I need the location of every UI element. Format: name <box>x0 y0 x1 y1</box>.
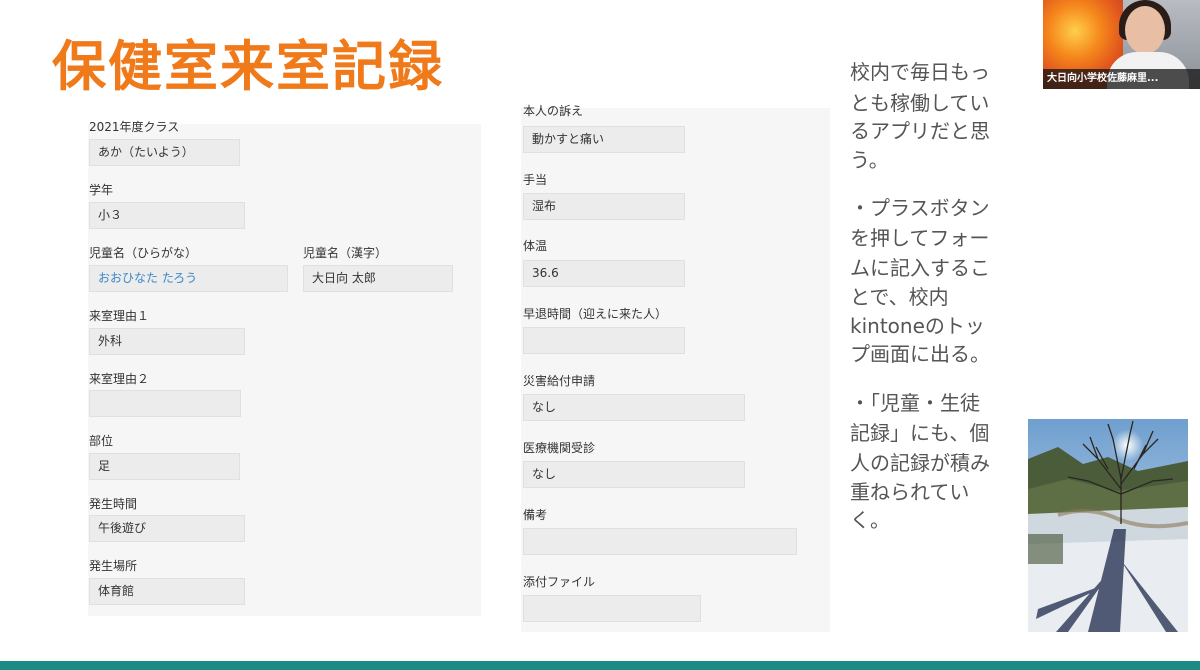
field-name-kanji[interactable]: 大日向 太郎 <box>303 265 453 292</box>
winter-tree-photo <box>1028 419 1188 632</box>
participant-name-tag: 大日向小学校佐藤麻里... <box>1043 69 1200 89</box>
field-label-early-leave: 早退時間（迎えに来た人） <box>523 307 668 321</box>
slide-title: 保健室来室記録 <box>52 35 444 98</box>
notes-line: ・「児童・生徒 <box>850 391 980 415</box>
participant-video-tile[interactable]: 大日向小学校佐藤麻里... <box>1043 0 1200 89</box>
field-reason-2[interactable] <box>89 390 241 417</box>
form-panel-right: 本人の訴え 動かすと痛い 手当 湿布 体温 36.6 早退時間（迎えに来た人） … <box>521 104 830 632</box>
notes-line: く。 <box>850 508 890 532</box>
field-temperature[interactable]: 36.6 <box>523 260 685 287</box>
field-disaster-benefit[interactable]: なし <box>523 394 745 421</box>
field-label-treatment: 手当 <box>523 173 548 187</box>
notes-line: う。 <box>850 148 889 172</box>
field-label-grade: 学年 <box>89 183 114 197</box>
notes-line: 重ねられてい <box>850 480 970 504</box>
field-label-reason-2: 来室理由２ <box>89 372 150 386</box>
field-complaint[interactable]: 動かすと痛い <box>523 126 685 153</box>
field-label-name-kanji: 児童名（漢字） <box>303 246 388 260</box>
field-label-disaster-benefit: 災害給付申請 <box>523 374 596 388</box>
notes-line: ・プラスボタン <box>850 196 990 220</box>
field-grade[interactable]: 小３ <box>89 202 245 229</box>
notes-line: ムに記入するこ <box>850 256 990 280</box>
form-panel-left: 2021年度クラス あか（たいよう） 学年 小３ 児童名（ひらがな） おおひなた… <box>88 120 481 616</box>
field-treatment[interactable]: 湿布 <box>523 193 685 220</box>
participant-face <box>1125 6 1165 54</box>
field-label-medical-visit: 医療機関受診 <box>523 441 596 455</box>
field-label-place: 発生場所 <box>89 559 138 573</box>
field-body-part[interactable]: 足 <box>89 453 240 480</box>
field-label-body-part: 部位 <box>89 434 114 448</box>
notes-line: プ画面に出る。 <box>850 342 990 366</box>
field-label-complaint: 本人の訴え <box>523 104 584 118</box>
field-label-reason-1: 来室理由１ <box>89 309 150 323</box>
field-class[interactable]: あか（たいよう） <box>89 139 240 166</box>
field-label-class: 2021年度クラス <box>89 120 180 134</box>
field-attachment[interactable] <box>523 595 701 622</box>
notes-line: 記録」にも、個 <box>850 421 990 445</box>
field-medical-visit[interactable]: なし <box>523 461 745 488</box>
field-place[interactable]: 体育館 <box>89 578 245 605</box>
field-name-hiragana[interactable]: おおひなた たろう <box>89 265 288 292</box>
field-early-leave[interactable] <box>523 327 685 354</box>
field-label-name-hiragana: 児童名（ひらがな） <box>89 246 198 260</box>
notes-line: を押してフォー <box>850 226 990 250</box>
field-label-remarks: 備考 <box>523 508 548 522</box>
field-remarks[interactable] <box>523 528 797 555</box>
field-reason-1[interactable]: 外科 <box>89 328 245 355</box>
notes-line: とも稼働してい <box>850 91 990 115</box>
field-time[interactable]: 午後遊び <box>89 515 245 542</box>
notes-line: とで、校内 <box>850 285 949 309</box>
field-label-time: 発生時間 <box>89 497 138 511</box>
field-label-attachment: 添付ファイル <box>523 575 596 589</box>
notes-line: 校内で毎日もっ <box>850 60 990 84</box>
notes-line: 人の記録が積み <box>850 451 990 475</box>
notes-line: るアプリだと思 <box>850 119 990 143</box>
notes-line: kintoneのトッ <box>850 314 985 338</box>
field-label-temperature: 体温 <box>523 239 548 253</box>
bottom-accent-bar <box>0 661 1200 670</box>
